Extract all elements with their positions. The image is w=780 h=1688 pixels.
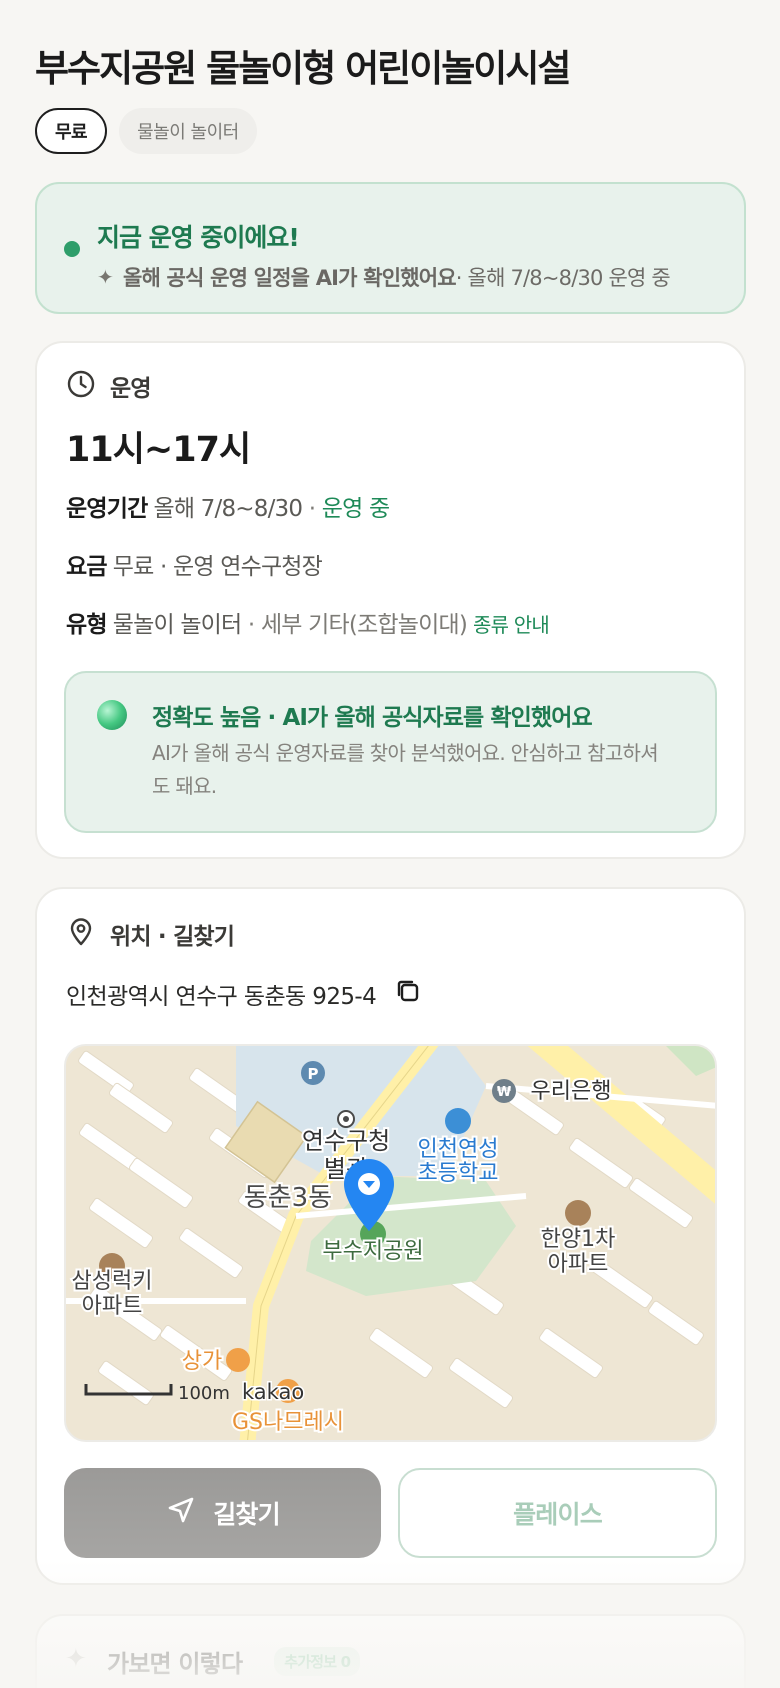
map-view[interactable]: P ₩ 우리은행 연수구청 별관 인천연성 초등학교 동춘3동 부수지공원 한양…	[64, 1044, 717, 1442]
map-brand-logo: kakao	[242, 1380, 304, 1404]
map-label-apt-hanyang-1: 한양1차	[541, 1227, 616, 1252]
address-row: 인천광역시 연수구 동춘동 925-4	[66, 977, 422, 1011]
accuracy-description: AI가 올해 공식 운영자료를 찾아 분석했어요. 안심하고 참고하셔도 돼요.	[152, 741, 659, 798]
period-value: 올해 7/8~8/30	[153, 496, 303, 522]
map-scale-label: 100m	[178, 1383, 230, 1404]
map-canvas[interactable]: P ₩ 우리은행 연수구청 별관 인천연성 초등학교 동춘3동 부수지공원 한양…	[66, 1046, 717, 1442]
tag-chips: 무료 물놀이 놀이터	[35, 108, 257, 154]
period-sep: ·	[302, 496, 322, 522]
teaser-title: 가보면 이렇다	[107, 1650, 243, 1678]
location-card: 위치 · 길찾기 인천광역시 연수구 동춘동 925-4 P ₩ 우리은행 연수…	[35, 887, 746, 1585]
status-dot-icon	[64, 241, 80, 257]
type-value: 물놀이 놀이터	[112, 612, 242, 638]
map-label-shop: 상가	[182, 1349, 222, 1374]
location-section-label: 위치 · 길찾기	[110, 924, 235, 950]
map-label-district: 동춘3동	[244, 1183, 332, 1213]
status-sub-bold: 올해 공식 운영 일정을 AI가 확인했어요	[122, 266, 457, 290]
ai-orb-icon	[97, 700, 127, 730]
clock-icon	[66, 369, 96, 403]
operating-status-banner: 지금 운영 중이에요! ✦ 올해 공식 운영 일정을 AI가 확인했어요 · 올…	[35, 182, 746, 314]
address-text: 인천광역시 연수구 동춘동 925-4	[66, 984, 377, 1010]
period-key: 운영기간	[66, 496, 148, 522]
period-status: 운영 중	[321, 496, 390, 522]
operation-section-label: 운영	[110, 376, 152, 402]
sparkle-icon: ✦	[97, 265, 114, 289]
operation-card: 운영 11시~17시 운영기간 올해 7/8~8/30 · 운영 중 요금 무료 ·…	[35, 341, 746, 859]
chip-type[interactable]: 물놀이 놀이터	[119, 108, 257, 154]
fee-key: 요금	[66, 554, 108, 580]
status-sub-rest: · 올해 7/8~8/30 운영 중	[455, 266, 671, 290]
teaser-title-row: 가보면 이렇다 추가정보 0	[107, 1644, 361, 1679]
status-title: 지금 운영 중이에요!	[97, 223, 300, 252]
chip-free[interactable]: 무료	[35, 108, 108, 154]
period-row: 운영기간 올해 7/8~8/30 · 운영 중	[66, 489, 390, 523]
map-label-bank: 우리은행	[531, 1079, 612, 1104]
review-teaser-card[interactable]: ✦ 가보면 이렇다 추가정보 0	[35, 1614, 746, 1688]
copy-icon[interactable]	[394, 977, 422, 1011]
route-button[interactable]: 길찾기	[64, 1468, 381, 1558]
svg-text:P: P	[308, 1065, 319, 1083]
route-button-label: 길찾기	[213, 1500, 280, 1529]
teaser-badge: 추가정보 0	[274, 1647, 361, 1676]
accuracy-title: 정확도 높음 · AI가 올해 공식자료를 확인했어요	[152, 705, 593, 731]
map-label-office-1: 연수구청	[302, 1127, 390, 1155]
map-label-gs: GS나므레시	[232, 1410, 344, 1435]
type-row: 유형 물놀이 놀이터 · 세부 기타(조합놀이대) 종류 안내	[66, 605, 550, 639]
map-label-apt-hanyang-2: 아파트	[548, 1252, 609, 1277]
fee-row: 요금 무료 · 운영 연수구청장	[66, 547, 323, 581]
type-detail: · 세부 기타(조합놀이대)	[241, 612, 468, 638]
map-label-apt-samsung-2: 아파트	[82, 1294, 143, 1319]
type-key: 유형	[66, 612, 108, 638]
fee-value: 무료 · 운영 연수구청장	[112, 554, 323, 580]
location-section-header: 위치 · 길찾기	[66, 917, 235, 951]
type-guide-link[interactable]: 종류 안내	[473, 613, 550, 637]
sparkle-icon: ✦	[65, 1644, 87, 1674]
accuracy-box: 정확도 높음 · AI가 올해 공식자료를 확인했어요 AI가 올해 공식 운영…	[64, 671, 717, 833]
operating-hours: 11시~17시	[66, 430, 251, 470]
page: 부수지공원 물놀이형 어린이놀이시설 무료 물놀이 놀이터 지금 운영 중이에요…	[0, 0, 780, 1688]
place-button[interactable]: 플레이스	[398, 1468, 717, 1558]
operation-section-header: 운영	[66, 369, 152, 403]
map-label-school-2: 초등학교	[418, 1161, 499, 1186]
page-title: 부수지공원 물놀이형 어린이놀이시설	[35, 47, 571, 90]
svg-text:₩: ₩	[497, 1085, 512, 1100]
status-subtitle: ✦ 올해 공식 운영 일정을 AI가 확인했어요 · 올해 7/8~8/30 운…	[97, 262, 671, 292]
map-label-apt-samsung-1: 삼성럭키	[72, 1269, 153, 1294]
map-label-school-1: 인천연성	[418, 1137, 499, 1162]
location-pin-icon	[66, 917, 96, 951]
navigation-arrow-icon	[165, 1494, 197, 1532]
map-label-park: 부수지공원	[322, 1239, 423, 1264]
